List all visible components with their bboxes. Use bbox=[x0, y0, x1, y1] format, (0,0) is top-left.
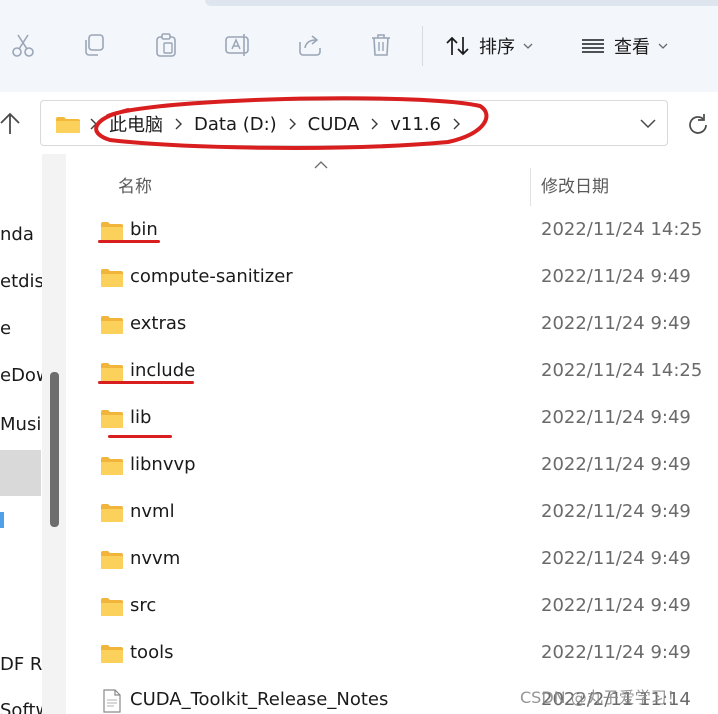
sidebar-icon-fragment bbox=[0, 512, 4, 528]
view-label: 查看 bbox=[614, 37, 650, 58]
file-date: 2022/11/24 14:25 bbox=[541, 219, 703, 240]
folder-icon bbox=[101, 410, 123, 428]
chevron-down-icon bbox=[523, 43, 533, 49]
folder-icon bbox=[101, 269, 123, 287]
file-name: include bbox=[130, 360, 196, 381]
file-date: 2022/11/24 9:49 bbox=[541, 266, 691, 287]
red-underline-lib bbox=[108, 435, 172, 438]
file-date: 2022/11/24 9:49 bbox=[541, 642, 691, 663]
folder-icon bbox=[101, 551, 123, 569]
navigation-pane: nda etdis e eDow Music DF Re Softw bbox=[0, 154, 66, 714]
file-row-extras[interactable]: extras 2022/11/24 9:49 bbox=[66, 303, 718, 350]
file-date: 2022/11/24 9:49 bbox=[541, 454, 691, 475]
file-row-compute-sanitizer[interactable]: compute-sanitizer 2022/11/24 9:49 bbox=[66, 256, 718, 303]
sidebar-item[interactable]: e bbox=[0, 318, 42, 342]
folder-icon bbox=[101, 504, 123, 522]
file-name: CUDA_Toolkit_Release_Notes bbox=[130, 689, 389, 710]
file-name: extras bbox=[130, 313, 187, 334]
file-name: lib bbox=[130, 407, 152, 428]
file-name: src bbox=[130, 595, 157, 616]
paste-icon[interactable] bbox=[151, 30, 181, 60]
folder-icon bbox=[101, 598, 123, 616]
chevron-right-icon[interactable] bbox=[174, 118, 183, 130]
file-date: 2022/11/24 9:49 bbox=[541, 313, 691, 334]
sidebar-item[interactable]: etdis bbox=[0, 271, 42, 295]
file-name: nvml bbox=[130, 501, 175, 522]
file-name: compute-sanitizer bbox=[130, 266, 293, 287]
command-bar: 排序 查看 bbox=[0, 0, 718, 92]
sidebar-scrollbar-thumb[interactable] bbox=[50, 372, 59, 527]
document-icon bbox=[103, 689, 121, 713]
share-icon[interactable] bbox=[295, 30, 325, 60]
chevron-down-icon bbox=[658, 43, 668, 49]
folder-icon bbox=[101, 316, 123, 334]
address-history-chevron-icon[interactable] bbox=[639, 116, 657, 130]
sidebar-item[interactable]: Music bbox=[0, 414, 42, 438]
crumb-cuda[interactable]: CUDA bbox=[308, 114, 360, 135]
file-date: 2022/11/24 9:49 bbox=[541, 407, 691, 428]
toolbar-separator bbox=[422, 26, 423, 66]
file-row-src[interactable]: src 2022/11/24 9:49 bbox=[66, 585, 718, 632]
cut-icon[interactable] bbox=[8, 30, 38, 60]
file-name: libnvvp bbox=[130, 454, 196, 475]
red-underline-include bbox=[98, 381, 194, 384]
file-row-nvml[interactable]: nvml 2022/11/24 9:49 bbox=[66, 491, 718, 538]
address-row: 此电脑 Data (D:) CUDA v11.6 bbox=[0, 92, 718, 154]
view-list-icon bbox=[582, 39, 604, 53]
file-date: 2022/11/24 14:25 bbox=[541, 360, 703, 381]
sort-button[interactable]: 排序 bbox=[445, 30, 533, 62]
folder-icon bbox=[101, 457, 123, 475]
sort-ascending-indicator-icon bbox=[314, 161, 328, 169]
up-arrow-icon[interactable] bbox=[0, 110, 24, 136]
chevron-right-icon[interactable] bbox=[452, 118, 461, 130]
file-row-include[interactable]: include 2022/11/24 14:25 bbox=[66, 350, 718, 397]
crumb-drive[interactable]: Data (D:) bbox=[194, 114, 277, 135]
chevron-right-icon[interactable] bbox=[370, 118, 379, 130]
column-header-name[interactable]: 名称 bbox=[118, 172, 152, 197]
column-header-modified[interactable]: 修改日期 bbox=[541, 172, 609, 197]
sidebar-selected-highlight bbox=[0, 450, 41, 496]
breadcrumb: 此电脑 Data (D:) CUDA v11.6 bbox=[89, 101, 472, 147]
file-date: 2022/11/24 9:49 bbox=[541, 548, 691, 569]
watermark: CSDN @丸子爱学习！ bbox=[520, 688, 683, 707]
folder-icon bbox=[56, 117, 80, 133]
chevron-right-icon[interactable] bbox=[288, 118, 297, 130]
file-date: 2022/11/24 9:49 bbox=[541, 501, 691, 522]
chevron-right-icon[interactable] bbox=[89, 118, 98, 130]
file-name: bin bbox=[130, 219, 158, 240]
file-row-nvvm[interactable]: nvvm 2022/11/24 9:49 bbox=[66, 538, 718, 585]
file-date: 2022/11/24 9:49 bbox=[541, 595, 691, 616]
folder-icon bbox=[101, 363, 123, 381]
rename-icon[interactable] bbox=[223, 30, 253, 60]
file-name: nvvm bbox=[130, 548, 181, 569]
column-divider[interactable] bbox=[530, 168, 531, 206]
file-row-libnvvp[interactable]: libnvvp 2022/11/24 9:49 bbox=[66, 444, 718, 491]
view-button[interactable]: 查看 bbox=[580, 30, 668, 62]
sidebar-item[interactable]: Softw bbox=[0, 700, 42, 714]
sidebar-item[interactable]: DF Re bbox=[0, 654, 42, 678]
crumb-this-pc[interactable]: 此电脑 bbox=[109, 111, 163, 137]
file-row-tools[interactable]: tools 2022/11/24 9:49 bbox=[66, 632, 718, 679]
sort-icon bbox=[446, 36, 469, 56]
red-underline-bin bbox=[98, 240, 160, 243]
file-name: tools bbox=[130, 642, 174, 663]
delete-icon[interactable] bbox=[366, 30, 396, 60]
address-bar[interactable]: 此电脑 Data (D:) CUDA v11.6 bbox=[40, 100, 668, 146]
folder-icon bbox=[101, 222, 123, 240]
sidebar-item[interactable]: eDow bbox=[0, 365, 42, 389]
folder-icon bbox=[101, 645, 123, 663]
sort-label: 排序 bbox=[479, 37, 515, 58]
sidebar-item[interactable]: nda bbox=[0, 224, 42, 248]
crumb-version[interactable]: v11.6 bbox=[390, 114, 441, 135]
refresh-icon[interactable] bbox=[686, 113, 710, 137]
copy-icon[interactable] bbox=[79, 30, 109, 60]
window-top-edge bbox=[205, 0, 718, 6]
file-row-bin[interactable]: bin 2022/11/24 14:25 bbox=[66, 209, 718, 256]
